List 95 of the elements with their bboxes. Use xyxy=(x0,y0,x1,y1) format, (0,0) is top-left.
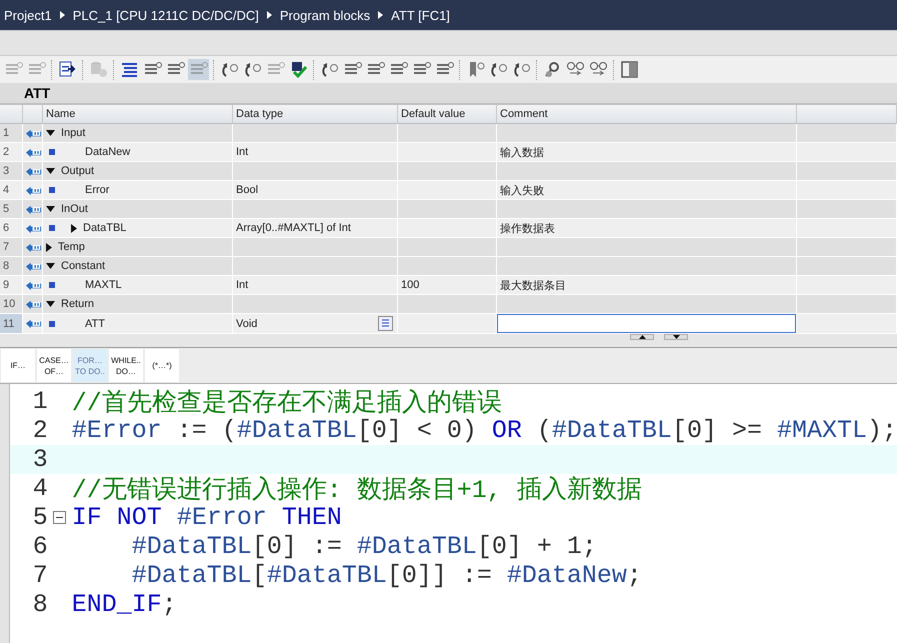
row-number: 8 xyxy=(0,257,23,276)
snippet-button[interactable]: IF… xyxy=(1,349,35,382)
breadcrumb-link[interactable]: Project1 xyxy=(4,8,52,22)
row-number: 7 xyxy=(0,238,23,257)
expand-arrow-icon[interactable] xyxy=(46,301,55,307)
square-bullet-icon xyxy=(49,225,55,231)
row-number: 6 xyxy=(0,219,23,238)
data-type: Void xyxy=(236,318,258,330)
variable-name: Return xyxy=(61,298,94,310)
breadcrumb-link[interactable]: Program blocks xyxy=(280,8,370,22)
column-header[interactable]: Data type xyxy=(233,105,398,124)
curved-arrow-icon xyxy=(489,60,508,79)
curved-arrow-icon xyxy=(243,60,262,79)
checkmark-icon xyxy=(289,60,308,79)
square-bullet-icon xyxy=(49,149,55,155)
line-number: 5 xyxy=(32,503,48,532)
breadcrumb-link[interactable]: ATT [FC1] xyxy=(391,8,450,22)
line-number: 8 xyxy=(32,590,48,619)
table-cell: 100 xyxy=(398,276,497,295)
table-cell: 输入失败 xyxy=(497,181,797,200)
magnifier-icon xyxy=(543,60,562,79)
data-type: Array[0..#MAXTL] of Int xyxy=(236,222,351,234)
variable-name: DataNew xyxy=(85,146,130,158)
data-type: Int xyxy=(236,279,248,291)
breadcrumb-link[interactable]: PLC_1 [CPU 1211C DC/DC/DC] xyxy=(72,8,259,22)
code-line: #DataTBL[0] := #DataTBL[0] + 1; xyxy=(130,532,597,561)
row-number: 3 xyxy=(0,162,23,181)
line-number: 3 xyxy=(32,445,48,474)
curved-arrow-icon xyxy=(512,60,531,79)
line-number: 4 xyxy=(32,474,48,503)
square-bullet-icon xyxy=(49,187,55,193)
square-bullet-icon xyxy=(49,282,55,288)
expand-arrow-icon[interactable] xyxy=(46,168,55,174)
square-bullet-icon xyxy=(49,320,55,326)
variable-name: Input xyxy=(61,127,86,139)
row-number: 11 xyxy=(0,314,23,334)
snippet-button[interactable]: FOR… TO DO.. xyxy=(73,349,107,382)
down-arrow-icon xyxy=(672,335,680,339)
chevron-icon xyxy=(60,11,65,19)
code-line: #Error := (#DataTBL[0] < 0) OR (#DataTBL[0] >= #MAXTL); xyxy=(72,416,897,445)
variable-name: ATT xyxy=(85,318,105,330)
snippet-button[interactable]: WHILE.. DO… xyxy=(109,349,143,382)
data-type: Bool xyxy=(236,184,258,196)
row-number: 2 xyxy=(0,143,23,162)
block-title: ATT xyxy=(24,85,50,101)
line-number: 2 xyxy=(32,416,48,445)
snippet-button[interactable]: (*…*) xyxy=(145,349,179,382)
document-arrow-icon xyxy=(58,60,77,79)
line-number: 7 xyxy=(32,561,48,590)
variable-name: Temp xyxy=(58,241,85,253)
collapse-icon[interactable] xyxy=(53,511,66,524)
table-cell: 操作数据表 xyxy=(497,219,797,238)
variable-name: InOut xyxy=(61,203,88,215)
snippet-button[interactable]: CASE… OF… xyxy=(37,349,71,382)
row-number: 4 xyxy=(0,181,23,200)
collapse-arrow-icon[interactable] xyxy=(46,242,52,252)
up-arrow-icon xyxy=(638,335,646,339)
toolbar-button[interactable] xyxy=(619,59,640,80)
code-line: IF NOT #Error THEN xyxy=(72,503,342,532)
comment-field[interactable] xyxy=(497,314,796,333)
variable-name: DataTBL xyxy=(83,222,126,234)
code-line: END_IF; xyxy=(72,590,177,619)
panel-icon xyxy=(620,60,639,79)
chevron-icon xyxy=(266,11,272,19)
row-number: 5 xyxy=(0,200,23,219)
collapse-arrow-icon[interactable] xyxy=(71,224,77,232)
scroll-down-button[interactable] xyxy=(664,334,688,340)
cylinder-icon xyxy=(89,60,108,79)
line-number: 1 xyxy=(32,387,48,416)
curved-arrow-icon xyxy=(220,60,239,79)
variable-name: Error xyxy=(85,184,110,196)
list-icon xyxy=(120,60,139,79)
expand-arrow-icon[interactable] xyxy=(46,206,55,212)
expand-arrow-icon[interactable] xyxy=(46,263,55,269)
list-button-icon[interactable] xyxy=(378,316,393,331)
variable-name: MAXTL xyxy=(85,279,122,291)
row-number: 9 xyxy=(0,276,23,295)
column-header[interactable]: Comment xyxy=(497,105,797,124)
row-number: 1 xyxy=(0,124,23,143)
chevron-icon xyxy=(378,11,384,19)
table-cell: 最大数据条目 xyxy=(497,276,797,295)
code-line: #DataTBL[#DataTBL[0]] := #DataNew; xyxy=(130,561,642,590)
code-line: //首先检查是否存在不满足插入的错误 xyxy=(72,388,502,418)
scroll-up-button[interactable] xyxy=(630,334,654,340)
data-type: Int xyxy=(236,146,248,158)
code-line: //无错误进行插入操作: 数据条目+1, 插入新数据 xyxy=(72,475,642,505)
variable-name: Constant xyxy=(61,260,106,272)
table-cell: 输入数据 xyxy=(497,143,797,162)
curved-arrow-icon xyxy=(320,60,339,79)
variable-name: Output xyxy=(61,165,94,177)
column-header[interactable]: Default value xyxy=(398,105,497,124)
expand-arrow-icon[interactable] xyxy=(46,130,55,136)
row-number: 10 xyxy=(0,295,23,314)
line-number: 6 xyxy=(32,532,48,561)
column-header[interactable]: Name xyxy=(43,105,233,124)
